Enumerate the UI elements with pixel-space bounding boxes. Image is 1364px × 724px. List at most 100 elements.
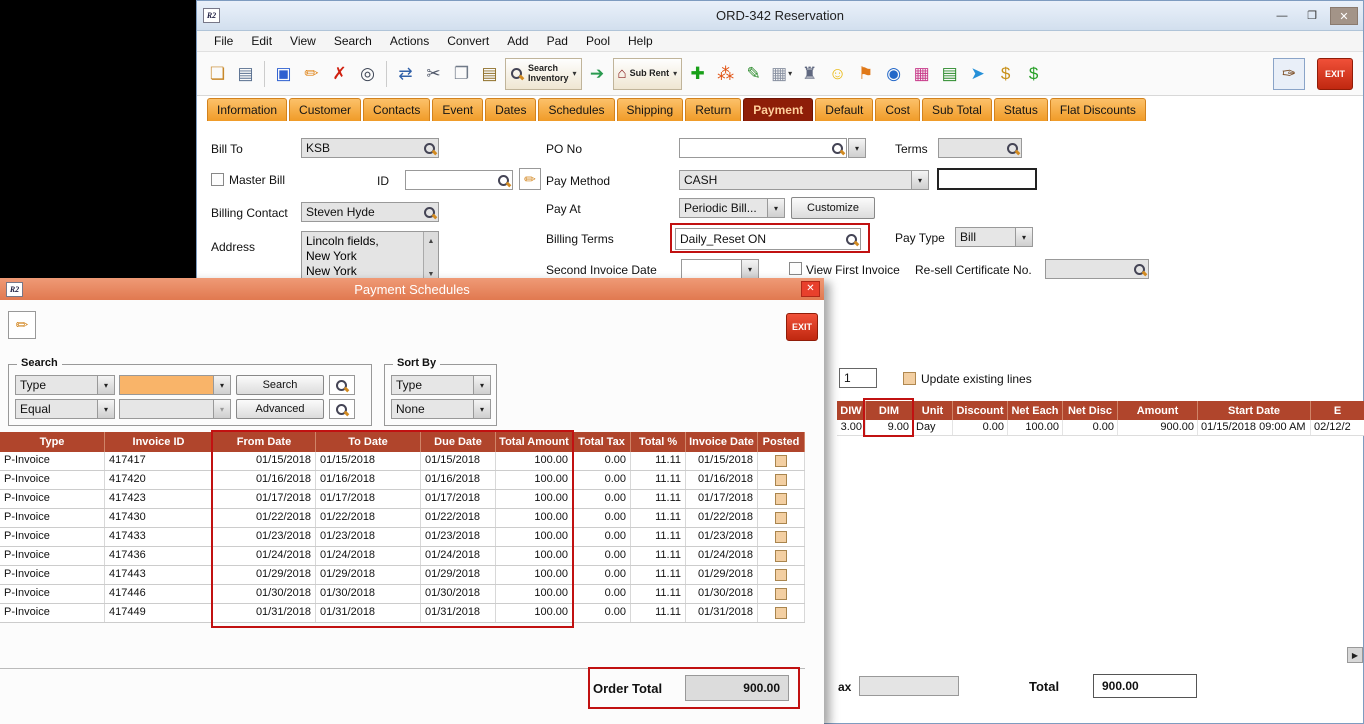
posted-checkbox[interactable] [775, 550, 787, 562]
globe-icon[interactable]: ◉ [881, 60, 906, 88]
chevron-down-icon[interactable]: ▾ [741, 260, 758, 278]
dialog-close-button[interactable]: ✕ [801, 281, 820, 297]
billing-terms-field[interactable]: Daily_Reset ON [675, 228, 861, 250]
search-icon[interactable] [497, 174, 510, 187]
pay-at-combo[interactable]: Periodic Bill...▾ [679, 198, 785, 218]
menu-help[interactable]: Help [619, 32, 662, 50]
chevron-down-icon[interactable]: ▾ [473, 376, 490, 394]
sort-primary-combo[interactable]: Type▾ [391, 375, 491, 395]
tab-information[interactable]: Information [207, 98, 287, 121]
scroll-right-button[interactable]: ▶ [1347, 647, 1363, 663]
address-field[interactable]: Lincoln fields, New York New York ▲ ▼ [301, 231, 439, 285]
table-row[interactable]: P-Invoice41744901/31/201801/31/201801/31… [0, 604, 805, 623]
export-icon[interactable]: ⇄ [393, 60, 418, 88]
pay-type-combo[interactable]: Bill▾ [955, 227, 1033, 247]
table-row[interactable]: P-Invoice41744301/29/201801/29/201801/29… [0, 566, 805, 585]
chevron-down-icon[interactable]: ▾ [767, 199, 784, 217]
grid-header-unit[interactable]: Unit [913, 401, 953, 420]
menu-file[interactable]: File [205, 32, 242, 50]
notes-icon[interactable]: ▤ [937, 60, 962, 88]
bill-to-field[interactable]: KSB [301, 138, 439, 158]
tab-event[interactable]: Event [432, 98, 483, 121]
grid-header-net-each[interactable]: Net Each [1008, 401, 1063, 420]
find-binoculars-icon[interactable]: ◎ [355, 60, 380, 88]
smiley-icon[interactable]: ☺ [825, 60, 850, 88]
column-header-to-date[interactable]: To Date [316, 432, 421, 452]
posted-checkbox[interactable] [775, 588, 787, 600]
posted-checkbox[interactable] [775, 607, 787, 619]
search-icon[interactable] [1133, 263, 1146, 276]
column-header-total-amount[interactable]: Total Amount [496, 432, 573, 452]
grid-header-e[interactable]: E [1311, 401, 1364, 420]
table-row[interactable]: P-Invoice41743601/24/201801/24/201801/24… [0, 547, 805, 566]
tab-customer[interactable]: Customer [289, 98, 361, 121]
tab-return[interactable]: Return [685, 98, 741, 121]
table-row[interactable]: P-Invoice41744601/30/201801/30/201801/30… [0, 585, 805, 604]
customize-button[interactable]: Customize [791, 197, 875, 219]
menu-search[interactable]: Search [325, 32, 381, 50]
chevron-down-icon[interactable]: ▾ [97, 400, 114, 418]
chevron-down-icon[interactable]: ▾ [473, 400, 490, 418]
line-count-field[interactable]: 1 [839, 368, 877, 388]
po-no-field[interactable] [679, 138, 847, 158]
maximize-button[interactable]: ❐ [1300, 7, 1324, 25]
id-field[interactable] [405, 170, 513, 190]
column-header-from-date[interactable]: From Date [213, 432, 316, 452]
search-icon[interactable] [845, 233, 858, 246]
menu-actions[interactable]: Actions [381, 32, 438, 50]
menu-add[interactable]: Add [498, 32, 537, 50]
view-first-invoice-checkbox[interactable] [789, 262, 802, 275]
tab-sub-total[interactable]: Sub Total [922, 98, 992, 121]
extra-textbox[interactable] [937, 168, 1037, 190]
table-row[interactable]: P-Invoice41743001/22/201801/22/201801/22… [0, 509, 805, 528]
table-row[interactable]: P-Invoice41743301/23/201801/23/201801/23… [0, 528, 805, 547]
second-invoice-date-combo[interactable]: ▾ [681, 259, 759, 279]
menu-convert[interactable]: Convert [438, 32, 498, 50]
menu-edit[interactable]: Edit [242, 32, 281, 50]
update-existing-lines-checkbox[interactable] [903, 372, 916, 385]
chevron-down-icon[interactable]: ▾ [213, 376, 230, 394]
table-row[interactable]: P-Invoice41741701/15/201801/15/201801/15… [0, 452, 805, 471]
search-operator-value-combo[interactable]: ▾ [119, 399, 231, 419]
dialog-edit-pencil-icon[interactable]: ✏ [8, 311, 36, 339]
posted-checkbox[interactable] [775, 455, 787, 467]
tab-flat-discounts[interactable]: Flat Discounts [1050, 98, 1146, 121]
link-icon[interactable]: ➔ [585, 60, 610, 88]
advanced-button[interactable]: Advanced [236, 399, 324, 419]
delete-icon[interactable]: ✗ [327, 60, 352, 88]
scroll-up-icon[interactable]: ▲ [428, 234, 435, 249]
terms-field[interactable] [938, 138, 1022, 158]
search-icon[interactable] [423, 206, 436, 219]
column-header-total-[interactable]: Total % [631, 432, 686, 452]
tab-dates[interactable]: Dates [485, 98, 536, 121]
posted-checkbox[interactable] [775, 531, 787, 543]
close-button[interactable]: ✕ [1330, 7, 1358, 25]
search-icon[interactable] [831, 142, 844, 155]
chevron-down-icon[interactable]: ▾ [573, 69, 577, 78]
new-document-icon[interactable]: ❏ [205, 60, 230, 88]
pay-method-combo[interactable]: CASH▾ [679, 170, 929, 190]
address-scrollbar[interactable]: ▲ ▼ [423, 232, 438, 284]
search-inventory-button[interactable]: SearchInventory▾ [505, 58, 582, 90]
edit-id-pencil-icon[interactable]: ✏ [519, 168, 541, 190]
discount-icon[interactable]: $ [1021, 60, 1046, 88]
sub-rent-button[interactable]: ⌂Sub Rent▾ [613, 58, 683, 90]
column-header-posted[interactable]: Posted [758, 432, 805, 452]
dialog-exit-button[interactable]: EXIT [786, 313, 818, 341]
chevron-down-icon[interactable]: ▾ [911, 171, 928, 189]
chevron-down-icon[interactable]: ▾ [1015, 228, 1032, 246]
sort-secondary-combo[interactable]: None▾ [391, 399, 491, 419]
tax-field[interactable] [859, 676, 959, 696]
toolbar-exit-button[interactable]: EXIT [1317, 58, 1353, 90]
column-header-invoice-id[interactable]: Invoice ID [105, 432, 213, 452]
column-header-type[interactable]: Type [0, 432, 105, 452]
grid-menu-icon[interactable]: ▦▾ [769, 60, 794, 88]
pad-icon[interactable]: ✎ [741, 60, 766, 88]
posted-checkbox[interactable] [775, 493, 787, 505]
menu-pad[interactable]: Pad [538, 32, 577, 50]
brush-icon[interactable]: ✑ [1273, 58, 1305, 90]
chevron-down-icon[interactable]: ▾ [788, 69, 792, 78]
add-icon[interactable]: ✚ [685, 60, 710, 88]
grid-header-discount[interactable]: Discount [953, 401, 1008, 420]
menu-view[interactable]: View [281, 32, 325, 50]
